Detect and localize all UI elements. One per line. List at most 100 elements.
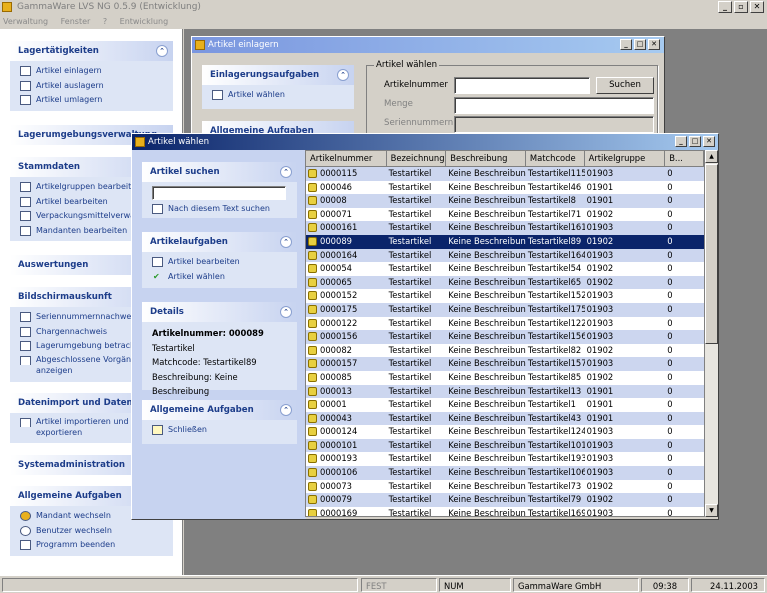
cell-b: 0 <box>665 452 704 466</box>
cell-text: 01903 <box>586 453 614 464</box>
cell-artikelgruppe: 01903 <box>585 289 666 303</box>
cell-beschreibung: Keine Beschreibung <box>446 289 526 303</box>
collapse-icon[interactable]: ⌃ <box>337 69 349 81</box>
minimize-button[interactable]: _ <box>718 1 732 13</box>
search-button[interactable]: Suchen <box>596 77 654 94</box>
table-row[interactable]: 000043 Testartikel Keine Beschreibung Testa… <box>306 411 704 426</box>
cell-text: 0 <box>667 412 673 423</box>
panel-header[interactable]: Details ⌃ <box>142 302 297 322</box>
scroll-up-arrow[interactable]: ▲ <box>705 150 718 163</box>
column-header-matchcode[interactable]: Matchcode <box>525 151 585 167</box>
table-row[interactable]: 0000175 Testartikel Keine Beschreibung Test… <box>306 302 704 317</box>
table-row[interactable]: 000079 Testartikel Keine Beschreibung Testa… <box>306 493 704 507</box>
table-row[interactable]: 0000152 Testartikel Keine Beschreibung Test… <box>306 289 704 303</box>
table-row[interactable]: 000089 Testartikel Keine Beschreibung Testa… <box>306 234 704 249</box>
cell-bezeichnung: Testartikel <box>387 439 447 453</box>
table-row[interactable]: 0000124 Testartikel Keine Beschreibung Test… <box>306 425 704 439</box>
cell-artikelnummer: 000054 <box>306 262 387 276</box>
article-grid[interactable]: Artikelnummer Bezeichnung Beschreibung M… <box>305 150 705 517</box>
scrollbar-thumb[interactable] <box>705 164 718 344</box>
table-row[interactable]: 0000115 Testartikel Keine Beschreibung Test… <box>306 167 704 181</box>
cell-text: 01901 <box>586 195 614 206</box>
column-header-beschreibung[interactable]: Beschreibung <box>446 151 526 167</box>
table-row[interactable]: 000065 Testartikel Keine Beschreibung Testa… <box>306 275 704 290</box>
collapse-icon[interactable]: ⌃ <box>280 306 292 318</box>
column-header-bezeichnung[interactable]: Bezeichnung <box>386 151 447 167</box>
cell-artikelnummer: 0000175 <box>306 303 387 317</box>
link-artikel-waehlen[interactable]: ✔ Artikel wählen <box>150 270 297 285</box>
sidebar-item-artikel-auslagern[interactable]: Artikel auslagern <box>18 79 173 94</box>
table-row[interactable]: 000071 Testartikel Keine Beschreibung Testa… <box>306 208 704 222</box>
cell-text: Testartikel43 <box>527 412 582 423</box>
dialog-titlebar[interactable]: Artikel wählen _ □ ✕ <box>132 134 718 150</box>
seriennummern-field[interactable] <box>454 116 654 133</box>
grid-vertical-scrollbar[interactable]: ▲ ▼ <box>705 150 718 517</box>
link-schliessen[interactable]: Schließen <box>150 423 297 438</box>
table-row[interactable]: 00008 Testartikel Keine Beschreibung Testar… <box>306 194 704 208</box>
panel-header[interactable]: Lagertätigkeiten ⌃ <box>10 41 173 61</box>
scroll-down-arrow[interactable]: ▼ <box>705 504 718 517</box>
cell-bezeichnung: Testartikel <box>387 289 447 303</box>
cell-bezeichnung: Testartikel <box>387 371 447 385</box>
table-row[interactable]: 0000106 Testartikel Keine Beschreibung Test… <box>306 466 704 480</box>
sidebar-item-artikel-einlagern[interactable]: Artikel einlagern <box>18 64 173 79</box>
table-row[interactable]: 0000193 Testartikel Keine Beschreibung Test… <box>306 452 704 466</box>
table-row[interactable]: 000082 Testartikel Keine Beschreibung Testa… <box>306 344 704 358</box>
collapse-icon[interactable]: ⌃ <box>280 404 292 416</box>
artikelnummer-field[interactable] <box>454 77 590 94</box>
cell-beschreibung: Keine Beschreibung <box>446 357 526 371</box>
cell-text: 000046 <box>320 181 352 192</box>
table-row[interactable]: 00001 Testartikel Keine Beschreibung Testar… <box>306 398 704 412</box>
link-text-suchen[interactable]: Nach diesem Text suchen <box>150 202 270 217</box>
column-header-artikelnummer[interactable]: Artikelnummer <box>306 151 387 167</box>
table-row[interactable]: 000073 Testartikel Keine Beschreibung Testa… <box>306 480 704 494</box>
sidebar-item-programm-beenden[interactable]: Programm beenden <box>18 538 173 553</box>
link-artikel-waehlen[interactable]: Artikel wählen <box>210 88 354 103</box>
search-input[interactable] <box>152 186 286 200</box>
close-button[interactable]: ✕ <box>703 136 715 147</box>
table-row[interactable]: 0000164 Testartikel Keine Beschreibung Test… <box>306 248 704 263</box>
search-icon <box>20 312 31 322</box>
cell-text: 0 <box>667 358 673 369</box>
minimize-button[interactable]: _ <box>620 39 632 50</box>
cell-text: Keine Beschreibung <box>448 263 526 274</box>
sidebar-item-benutzer-wechseln[interactable]: Benutzer wechseln <box>18 524 173 539</box>
menu-verwaltung[interactable]: Verwaltung <box>3 17 48 26</box>
menu-help[interactable]: ? <box>103 17 107 26</box>
panel-header[interactable]: Artikelaufgaben ⌃ <box>142 232 297 252</box>
minimize-button[interactable]: _ <box>675 136 687 147</box>
collapse-icon[interactable]: ⌃ <box>280 236 292 248</box>
cell-text: 0 <box>667 168 673 178</box>
restore-button[interactable]: □ <box>689 136 701 147</box>
cell-text: 0000161 <box>320 222 358 233</box>
restore-button[interactable]: □ <box>634 39 646 50</box>
table-row[interactable]: 000085 Testartikel Keine Beschreibung Testa… <box>306 371 704 385</box>
table-row[interactable]: 0000101 Testartikel Keine Beschreibung Test… <box>306 438 704 453</box>
panel-header[interactable]: Artikel suchen ⌃ <box>142 162 297 182</box>
column-header-b[interactable]: B... <box>665 151 704 167</box>
table-row[interactable]: 0000156 Testartikel Keine Beschreibung Test… <box>306 330 704 344</box>
link-artikel-bearbeiten[interactable]: Artikel bearbeiten <box>150 255 297 270</box>
table-row[interactable]: 000013 Testartikel Keine Beschreibung Testa… <box>306 384 704 399</box>
menu-fenster[interactable]: Fenster <box>61 17 91 26</box>
panel-header[interactable]: Einlagerungsaufgaben ⌃ <box>202 65 354 85</box>
table-row[interactable]: 000046 Testartikel Keine Beschreibung Testa… <box>306 181 704 195</box>
close-button[interactable]: ✕ <box>648 39 660 50</box>
sidebar-item-artikel-umlagern[interactable]: Artikel umlagern <box>18 93 173 108</box>
table-row[interactable]: 000054 Testartikel Keine Beschreibung Testa… <box>306 262 704 276</box>
cell-artikelnummer: 000043 <box>306 412 387 426</box>
table-row[interactable]: 0000122 Testartikel Keine Beschreibung Test… <box>306 317 704 331</box>
collapse-icon[interactable]: ⌃ <box>156 45 168 57</box>
column-header-artikelgruppe[interactable]: Artikelgruppe <box>584 151 666 167</box>
cell-text: Testartikel <box>388 249 432 260</box>
table-row[interactable]: 0000161 Testartikel Keine Beschreibung Test… <box>306 221 704 235</box>
menu-entwicklung[interactable]: Entwicklung <box>120 17 169 26</box>
table-row[interactable]: 0000157 Testartikel Keine Beschreibung Test… <box>306 357 704 371</box>
maximize-button[interactable]: ▫ <box>734 1 748 13</box>
panel-header[interactable]: Allgemeine Aufgaben ⌃ <box>142 400 297 420</box>
close-button[interactable]: ✕ <box>750 1 764 13</box>
window-titlebar[interactable]: Artikel einlagern _ □ ✕ <box>192 37 664 53</box>
table-row[interactable]: 0000169 Testartikel Keine Beschreibung Test… <box>306 507 704 516</box>
collapse-icon[interactable]: ⌃ <box>280 166 292 178</box>
menge-field[interactable] <box>454 97 654 114</box>
